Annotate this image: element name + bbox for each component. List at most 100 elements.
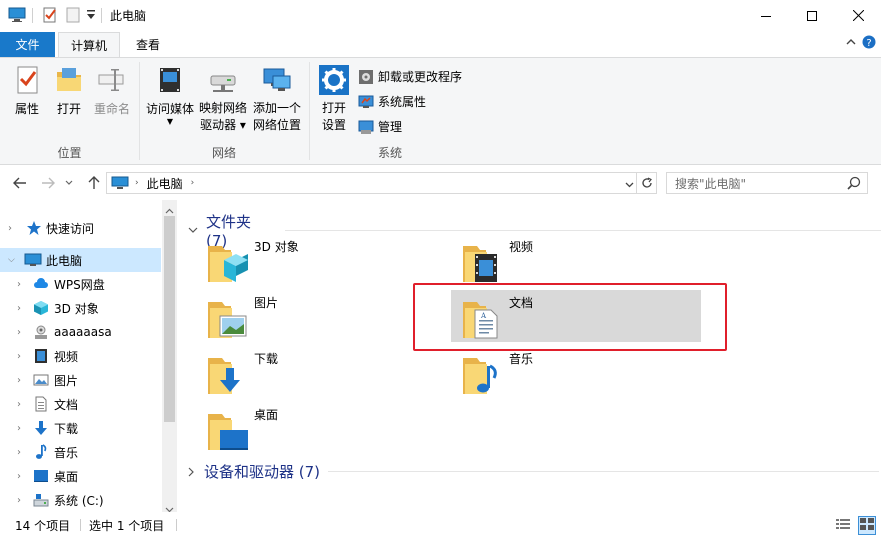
folder-tile-videos[interactable]: 视频: [433, 234, 683, 286]
recent-locations-button[interactable]: [62, 173, 76, 193]
pictures-icon: [208, 302, 247, 338]
help-icon[interactable]: ?: [862, 35, 876, 52]
breadcrumb-chevron-icon[interactable]: ›: [135, 178, 139, 188]
nav-item-documents[interactable]: › 文档: [0, 392, 161, 416]
nav-item-system-drive[interactable]: › 系统 (C:): [0, 488, 161, 512]
nav-item-videos[interactable]: › 视频: [0, 344, 161, 368]
nav-item-wps-drive[interactable]: › WPS网盘: [0, 272, 161, 296]
nav-item-music[interactable]: › 音乐: [0, 440, 161, 464]
collapse-chevron-icon[interactable]: ⌵: [8, 255, 15, 265]
nav-scrollbar[interactable]: [162, 200, 177, 513]
up-button[interactable]: [84, 173, 104, 193]
add-network-location-button[interactable]: 添加一个 网络位置: [250, 62, 304, 134]
this-pc-icon: [24, 253, 42, 266]
access-media-button[interactable]: 访问媒体 ▼: [144, 62, 196, 126]
this-pc-icon: [8, 7, 26, 26]
nav-item-quick-access[interactable]: › 快速访问: [0, 216, 161, 240]
pictures-icon: [33, 374, 49, 386]
scroll-up-icon[interactable]: [165, 203, 174, 217]
back-button[interactable]: [10, 173, 30, 193]
nav-item-3d-objects[interactable]: › 3D 对象: [0, 296, 161, 320]
video-icon: [35, 349, 47, 363]
tab-file[interactable]: 文件: [0, 32, 55, 57]
tab-view[interactable]: 查看: [124, 32, 172, 57]
breadcrumb-chevron-icon[interactable]: ›: [191, 178, 195, 188]
expand-chevron-icon[interactable]: ›: [17, 303, 21, 314]
refresh-button[interactable]: [636, 173, 656, 193]
folder-tile-music[interactable]: 音乐: [433, 346, 683, 398]
nav-item-downloads[interactable]: › 下载: [0, 416, 161, 440]
svg-text:?: ?: [866, 38, 871, 49]
forward-button[interactable]: [38, 173, 58, 193]
group-system-label: 系统: [377, 146, 402, 160]
svg-text:A: A: [480, 312, 487, 320]
address-bar[interactable]: › 此电脑 ›: [106, 172, 657, 194]
folder-tile-3d-objects[interactable]: 3D 对象: [178, 234, 428, 286]
manage-button[interactable]: 管理: [358, 118, 402, 135]
expand-chevron-icon[interactable]: [188, 467, 196, 477]
expand-ribbon-icon[interactable]: [846, 36, 856, 49]
window-title: 此电脑: [110, 9, 147, 23]
tab-computer[interactable]: 计算机: [58, 32, 120, 57]
nav-item-desktop[interactable]: › 桌面: [0, 464, 161, 488]
uninstall-program-button[interactable]: 卸载或更改程序: [358, 68, 462, 85]
media-icon: [160, 68, 180, 92]
nav-item-this-pc[interactable]: ⌵ 此电脑: [0, 248, 161, 272]
devices-group-header[interactable]: 设备和驱动器 (7): [188, 461, 880, 482]
system-properties-button[interactable]: 系统属性: [358, 93, 426, 110]
cloud-icon: [34, 278, 48, 288]
downloads-icon: [208, 358, 240, 394]
open-folder-icon: [57, 68, 81, 91]
expand-chevron-icon[interactable]: ›: [17, 327, 21, 338]
address-dropdown-icon[interactable]: [625, 177, 634, 191]
expand-chevron-icon[interactable]: ›: [17, 423, 21, 434]
documents-icon: [35, 396, 47, 412]
close-button[interactable]: [835, 0, 881, 31]
large-icons-view-icon[interactable]: [858, 516, 876, 535]
search-icon[interactable]: [847, 176, 861, 193]
properties-button[interactable]: 属性: [8, 62, 46, 118]
folder-tile-documents[interactable]: A 文档: [433, 290, 683, 342]
settings-gear-icon: [319, 65, 349, 95]
open-button[interactable]: 打开: [50, 62, 88, 118]
group-network: 访问媒体 ▼ 映射网络 驱动器 ▾ 添加一个 网络位置 网络: [140, 58, 308, 165]
expand-chevron-icon[interactable]: ›: [8, 223, 12, 234]
desktop-icon: [208, 414, 248, 450]
properties-quick-icon[interactable]: [42, 7, 58, 26]
scrollbar-thumb[interactable]: [164, 216, 175, 422]
maximize-button[interactable]: [789, 0, 835, 31]
manage-icon: [358, 120, 374, 134]
expand-chevron-icon[interactable]: ›: [17, 375, 21, 386]
nav-item-aaaaaasa[interactable]: › aaaaaasa: [0, 320, 161, 344]
rename-button[interactable]: 重命名: [90, 62, 134, 118]
expand-chevron-icon[interactable]: ›: [17, 279, 21, 290]
folder-tile-pictures[interactable]: 图片: [178, 290, 428, 342]
expand-chevron-icon[interactable]: ›: [17, 447, 21, 458]
search-input[interactable]: 搜索"此电脑": [666, 172, 868, 194]
network-location-icon: [263, 68, 291, 91]
map-network-drive-button[interactable]: 映射网络 驱动器 ▾: [197, 62, 249, 134]
customize-quick-access-icon[interactable]: [86, 9, 96, 24]
minimize-button[interactable]: [743, 0, 789, 31]
folder-tile-downloads[interactable]: 下载: [178, 346, 428, 398]
expand-chevron-icon[interactable]: ›: [17, 471, 21, 482]
expand-chevron-icon[interactable]: ›: [17, 495, 21, 506]
ribbon: 属性 打开 重命名 位置 访问媒体 ▼ 映射网络 驱动器 ▾ 添加一个 网络位置 网…: [0, 57, 881, 165]
breadcrumb-this-pc[interactable]: 此电脑: [147, 175, 183, 192]
this-pc-icon: [111, 176, 129, 189]
expand-chevron-icon[interactable]: ›: [17, 399, 21, 410]
nav-item-pictures[interactable]: › 图片: [0, 368, 161, 392]
expand-chevron-icon[interactable]: ›: [17, 351, 21, 362]
rename-icon: [98, 69, 124, 91]
content-pane: 文件夹 (7) 3D 对象 视频 图片 A 文档 下载 音乐 桌面 设备和驱动器…: [178, 200, 881, 512]
video-icon: [463, 246, 497, 282]
folder-tile-desktop[interactable]: 桌面: [178, 402, 428, 454]
new-folder-quick-icon[interactable]: [66, 7, 80, 26]
address-row: › 此电脑 › 搜索"此电脑": [0, 166, 881, 200]
navigation-pane: › 快速访问 ⌵ 此电脑 › WPS网盘 › 3D 对象 › aaaaaasa …: [0, 200, 177, 513]
open-settings-button[interactable]: 打开 设置: [316, 62, 352, 134]
refresh-icon: [641, 177, 652, 188]
documents-icon: A: [463, 302, 498, 339]
3d-objects-icon: [208, 246, 248, 282]
details-view-icon[interactable]: [836, 518, 850, 533]
